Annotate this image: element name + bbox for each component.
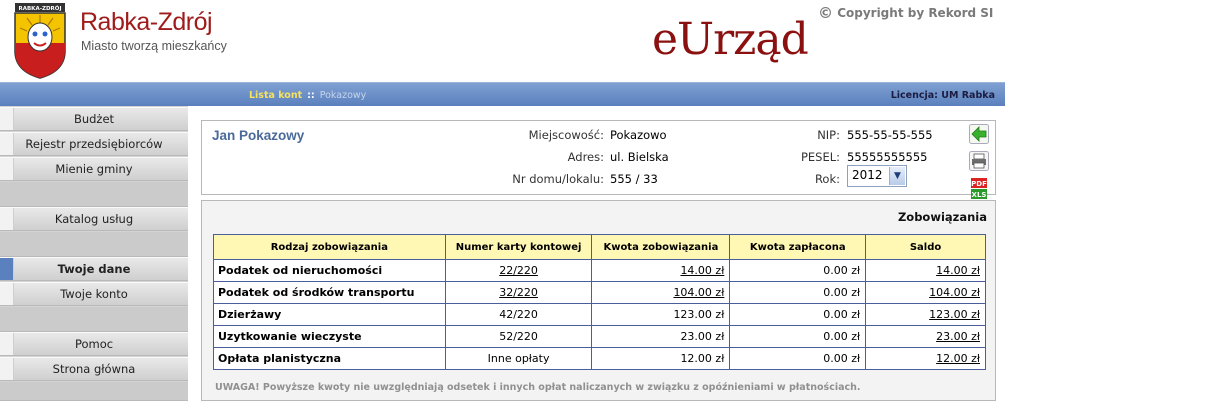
- paid-value: 0.00 zł: [729, 347, 867, 370]
- rok-label: Rok:: [814, 172, 840, 186]
- obligation-name: Dzierżawy: [213, 303, 446, 326]
- svg-text:PDF: PDF: [971, 180, 987, 188]
- app-title: eUrząd: [652, 14, 809, 65]
- card-number-link[interactable]: 32/220: [499, 286, 538, 299]
- table-row: Opłata planistyczna Inne opłaty 12.00 zł…: [213, 347, 986, 370]
- paid-value: 0.00 zł: [729, 303, 867, 326]
- person-name: Jan Pokazowy: [212, 128, 305, 143]
- column-header: Kwota zapłacona: [729, 234, 867, 260]
- xls-icon[interactable]: XLS: [971, 189, 987, 199]
- sidebar-item-pomoc[interactable]: Pomoc: [0, 332, 188, 356]
- crest-label: RABKA-ZDRÓJ: [19, 5, 62, 12]
- back-arrow-icon[interactable]: [969, 124, 989, 144]
- person-details-panel: Jan Pokazowy Miejscowość: Pokazowo Adres…: [201, 120, 996, 199]
- card-number-link[interactable]: 22/220: [499, 264, 538, 277]
- column-header: Saldo: [865, 234, 986, 260]
- obligations-panel: Zobowiązania Rodzaj zobowiązania Numer k…: [201, 200, 996, 401]
- sidebar-spacer: [0, 232, 188, 257]
- column-header: Rodzaj zobowiązania: [213, 234, 446, 260]
- paid-value: 0.00 zł: [729, 281, 867, 304]
- amount-link[interactable]: 104.00 zł: [673, 286, 724, 299]
- card-number: 42/220: [444, 303, 593, 326]
- sidebar-item-budzet[interactable]: Budżet: [0, 107, 188, 131]
- sidebar-item-rejestr-przedsiebiorcow[interactable]: Rejestr przedsiębiorców: [0, 132, 188, 156]
- sidebar-item-twoje-konto[interactable]: Twoje konto: [0, 282, 188, 306]
- breadcrumb: Lista kont:: Pokazowy: [249, 90, 366, 101]
- chevron-down-icon[interactable]: ▼: [889, 167, 905, 185]
- amount-link[interactable]: 14.00 zł: [680, 264, 724, 277]
- adres-value: ul. Bielska: [610, 150, 669, 164]
- amount-value: 123.00 zł: [591, 303, 731, 326]
- year-select-value: 2012: [852, 168, 883, 182]
- sidebar: Budżet Rejestr przedsiębiorców Mienie gm…: [0, 106, 188, 401]
- adres-label: Adres:: [567, 150, 604, 164]
- obligations-table: Rodzaj zobowiązania Numer karty kontowej…: [213, 234, 986, 370]
- copyright-symbol: ©: [818, 4, 833, 22]
- action-icons: PDF XLS: [969, 124, 991, 200]
- city-crest-icon[interactable]: RABKA-ZDRÓJ: [12, 3, 68, 79]
- sidebar-item-katalog-uslug[interactable]: Katalog usług: [0, 207, 188, 231]
- obligation-name: Podatek od środków transportu: [213, 281, 446, 304]
- paid-value: 0.00 zł: [729, 325, 867, 348]
- saldo-link[interactable]: 23.00 zł: [936, 330, 980, 343]
- sidebar-item-mienie-gminy[interactable]: Mienie gminy: [0, 157, 188, 181]
- nip-label: NIP:: [817, 128, 840, 142]
- sidebar-item-strona-glowna[interactable]: Strona główna: [0, 357, 188, 381]
- sidebar-spacer: [0, 382, 188, 401]
- year-select[interactable]: 2012 ▼: [847, 165, 907, 187]
- miejscowosc-value: Pokazowo: [610, 128, 667, 142]
- pesel-label: PESEL:: [800, 150, 840, 164]
- saldo-link[interactable]: 14.00 zł: [936, 264, 980, 277]
- obligation-name: Uzytkowanie wieczyste: [213, 325, 446, 348]
- table-row: Dzierżawy 42/220 123.00 zł 0.00 zł 123.0…: [213, 303, 986, 326]
- card-number: Inne opłaty: [444, 347, 593, 370]
- pesel-value: 55555555555: [847, 150, 928, 164]
- license-label: Licencja: UM Rabka: [890, 90, 995, 101]
- nav-bar: Lista kont:: Pokazowy Licencja: UM Rabka: [0, 82, 1005, 106]
- sidebar-spacer: [0, 307, 188, 332]
- obligation-name: Podatek od nieruchomości: [213, 259, 446, 282]
- warning-note: UWAGA! Powyższe kwoty nie uwzględniają o…: [215, 382, 861, 393]
- city-name[interactable]: Rabka-Zdrój: [80, 8, 213, 37]
- nr-domu-value: 555 / 33: [610, 172, 658, 186]
- obligations-title: Zobowiązania: [897, 210, 987, 224]
- breadcrumb-link-lista-kont[interactable]: Lista kont: [249, 90, 302, 101]
- nip-value: 555-55-55-555: [847, 128, 933, 142]
- breadcrumb-separator: ::: [307, 90, 315, 101]
- obligation-name: Opłata planistyczna: [213, 347, 446, 370]
- city-motto: Miasto tworzą mieszkańcy: [81, 39, 227, 53]
- miejscowosc-label: Miejscowość:: [528, 128, 604, 142]
- copyright-label: Copyright by Rekord SI: [837, 6, 994, 20]
- table-header-row: Rodzaj zobowiązania Numer karty kontowej…: [213, 234, 986, 260]
- sidebar-item-twoje-dane[interactable]: Twoje dane: [0, 257, 188, 281]
- amount-value: 12.00 zł: [591, 347, 731, 370]
- pdf-icon[interactable]: PDF: [971, 178, 987, 188]
- column-header: Kwota zobowiązania: [591, 234, 731, 260]
- saldo-link[interactable]: 104.00 zł: [929, 286, 980, 299]
- column-header: Numer karty kontowej: [444, 234, 593, 260]
- amount-value: 23.00 zł: [591, 325, 731, 348]
- card-number: 52/220: [444, 325, 593, 348]
- copyright-text: © Copyright by Rekord SI: [818, 4, 993, 22]
- nr-domu-label: Nr domu/lokalu:: [512, 172, 604, 186]
- svg-text:XLS: XLS: [972, 191, 987, 199]
- breadcrumb-current: Pokazowy: [319, 90, 367, 101]
- header: RABKA-ZDRÓJ Rabka-Zdrój Miasto tworzą mi…: [0, 0, 1005, 82]
- saldo-link[interactable]: 12.00 zł: [936, 352, 980, 365]
- table-row: Uzytkowanie wieczyste 52/220 23.00 zł 0.…: [213, 325, 986, 348]
- saldo-link[interactable]: 123.00 zł: [929, 308, 980, 321]
- table-row: Podatek od nieruchomości 22/220 14.00 zł…: [213, 259, 986, 282]
- sidebar-spacer: [0, 182, 188, 207]
- printer-icon[interactable]: [969, 151, 989, 171]
- table-row: Podatek od środków transportu 32/220 104…: [213, 281, 986, 304]
- paid-value: 0.00 zł: [729, 259, 867, 282]
